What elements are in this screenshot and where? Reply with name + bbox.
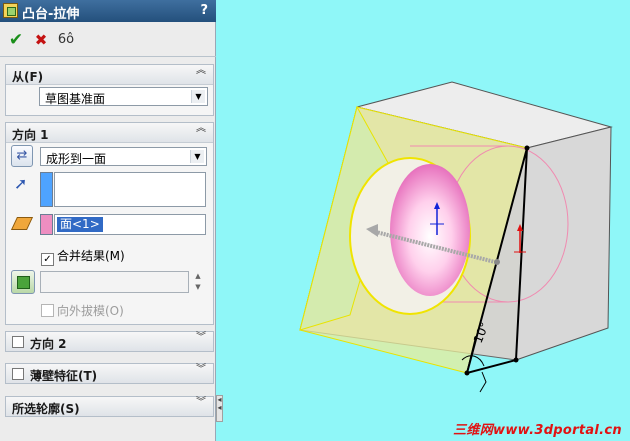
collapse-chevron-icon[interactable]: ︽ — [196, 124, 208, 139]
direction2-header[interactable]: 方向 2 ︾ — [6, 332, 213, 351]
end-condition-select[interactable]: 成形到一面 ▼ — [40, 147, 207, 166]
direction2-checkbox[interactable] — [12, 336, 24, 348]
preview-icon[interactable]: 6ô — [56, 30, 76, 50]
direction-vector-field[interactable] — [54, 172, 206, 207]
chevron-down-icon: ▼ — [190, 150, 204, 163]
angle-arrow-icon — [479, 371, 487, 393]
direction1-title: 方向 1 — [12, 128, 49, 142]
ok-button[interactable]: ✔ — [6, 30, 26, 50]
direction2-section[interactable]: 方向 2 ︾ — [5, 331, 214, 352]
end-condition-value: 成形到一面 — [46, 152, 107, 166]
direction-color-swatch — [40, 172, 53, 207]
cancel-button[interactable]: ✖ — [31, 30, 51, 50]
boss-extrude-icon — [3, 3, 18, 18]
from-section: 从(F) ︽ 草图基准面 ▼ — [5, 64, 214, 116]
panel-title: 凸台-拉伸 — [22, 7, 80, 22]
selected-contours-title: 所选轮廓(S) — [12, 402, 80, 416]
direction1-header[interactable]: 方向 1 ︽ — [6, 123, 213, 143]
draft-outward-checkbox[interactable]: 向外拔模(O) — [41, 302, 124, 319]
thin-feature-checkbox[interactable] — [12, 368, 24, 380]
graphics-viewport[interactable]: 10° — [217, 0, 630, 441]
from-select-value: 草图基准面 — [45, 92, 106, 106]
face-selection-field[interactable]: 面<1> — [54, 214, 206, 235]
thin-feature-title: 薄壁特征(T) — [30, 369, 98, 383]
from-header[interactable]: 从(F) ︽ — [6, 65, 213, 85]
collapse-chevron-icon[interactable]: ︽ — [196, 66, 208, 81]
from-title: 从(F) — [12, 70, 44, 84]
face-color-swatch — [40, 214, 53, 235]
draft-toggle-icon[interactable] — [11, 270, 35, 294]
expand-chevron-icon[interactable]: ︾ — [196, 398, 208, 413]
panel-titlebar: 凸台-拉伸 ? — [0, 0, 216, 22]
reverse-direction-icon[interactable]: ⇄ — [11, 145, 33, 167]
property-manager-panel: 凸台-拉伸 ? ✔ ✖ 6ô 从(F) ︽ 草图基准面 ▼ 方向 1 ︽ ⇄ 成… — [0, 0, 216, 441]
spin-arrows-icon[interactable]: ▲ ▼ — [193, 271, 203, 293]
selected-face-item[interactable]: 面<1> — [57, 217, 103, 232]
from-select[interactable]: 草图基准面 ▼ — [39, 87, 208, 106]
arrow-handle — [494, 259, 500, 265]
direction2-title: 方向 2 — [30, 337, 67, 351]
expand-chevron-icon[interactable]: ︾ — [196, 333, 208, 348]
selected-contours-section[interactable]: 所选轮廓(S) ︾ — [5, 396, 214, 417]
selected-contours-header[interactable]: 所选轮廓(S) ︾ — [6, 397, 213, 416]
chevron-down-icon: ▼ — [191, 90, 205, 103]
selected-face-highlight — [390, 164, 470, 296]
watermark: 三维网www.3dportal.cn — [453, 423, 622, 438]
vertex-point — [513, 357, 519, 363]
thin-feature-header[interactable]: 薄壁特征(T) ︾ — [6, 364, 213, 383]
vertex-point — [524, 145, 530, 151]
action-bar: ✔ ✖ 6ô — [0, 24, 216, 57]
merge-result-checkbox[interactable]: ✓ 合并结果(M) — [41, 247, 125, 266]
merge-result-label: 合并结果(M) — [57, 249, 125, 263]
draft-outward-label: 向外拔模(O) — [57, 304, 124, 318]
help-button[interactable]: ? — [200, 3, 208, 18]
draft-angle-input[interactable] — [40, 271, 189, 293]
thin-feature-section[interactable]: 薄壁特征(T) ︾ — [5, 363, 214, 384]
expand-chevron-icon[interactable]: ︾ — [196, 365, 208, 380]
direction-arrow-icon: ➚ — [14, 174, 28, 193]
draft-outward-box[interactable] — [41, 304, 54, 317]
block-right-face — [515, 126, 612, 361]
merge-checkbox-box[interactable]: ✓ — [41, 253, 54, 266]
